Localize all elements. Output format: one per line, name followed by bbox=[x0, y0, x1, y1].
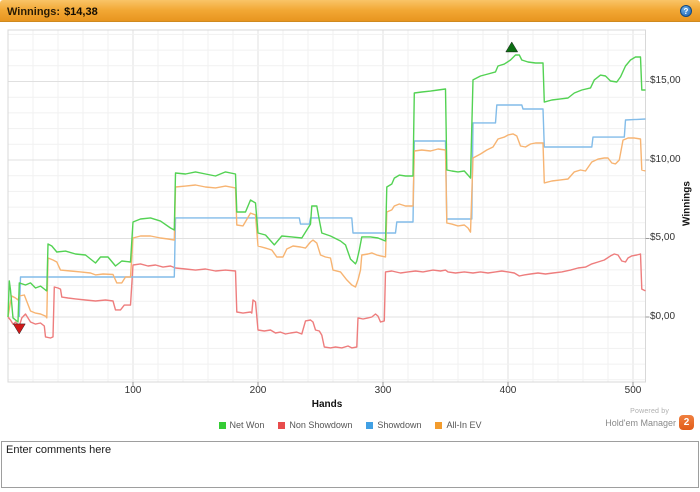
legend-item-showdown: Showdown bbox=[366, 420, 421, 430]
winnings-value: $14,38 bbox=[64, 6, 98, 18]
x-axis-title: Hands bbox=[311, 399, 343, 410]
y-axis-title: Winnings bbox=[681, 181, 693, 226]
legend-item-net-won: Net Won bbox=[218, 420, 265, 430]
powered-by-branding: Powered by Hold'em Manager 2 bbox=[605, 408, 694, 430]
series-line-net-won bbox=[7, 54, 646, 323]
legend-swatch-icon bbox=[278, 421, 286, 429]
legend-label: All-In EV bbox=[446, 420, 482, 430]
winnings-chart: 100 200 300 400 500 $0,00 $5,00 $10,00 $15,00 H… bbox=[0, 22, 700, 441]
comments-input[interactable] bbox=[1, 441, 699, 488]
legend-item-non-showdown: Non Showdown bbox=[278, 420, 352, 430]
legend-swatch-icon bbox=[366, 421, 374, 429]
winnings-title-label: Winnings: bbox=[7, 6, 61, 18]
legend-label: Net Won bbox=[229, 420, 265, 430]
hem2-badge-icon: 2 bbox=[679, 415, 694, 430]
help-icon[interactable]: ? bbox=[680, 5, 692, 17]
comments-section bbox=[1, 441, 699, 490]
holdem-manager-text: Hold'em Manager bbox=[605, 417, 676, 428]
legend-label: Non Showdown bbox=[289, 420, 353, 430]
powered-by-text: Powered by bbox=[630, 408, 670, 415]
holdem-manager-graph-window: Winnings: $14,38 ? 100 200 300 400 500 $0,00 $… bbox=[0, 0, 700, 492]
titlebar: Winnings: $14,38 ? bbox=[0, 0, 700, 22]
series-line-all-in-ev bbox=[7, 133, 646, 319]
legend: Net Won Non Showdown Showdown All-In EV bbox=[0, 420, 700, 430]
legend-swatch-icon bbox=[218, 421, 226, 429]
plot-area bbox=[7, 29, 650, 386]
plot-border bbox=[7, 29, 646, 383]
legend-label: Showdown bbox=[377, 420, 422, 430]
legend-item-all-in-ev: All-In EV bbox=[435, 420, 481, 430]
legend-swatch-icon bbox=[435, 421, 443, 429]
